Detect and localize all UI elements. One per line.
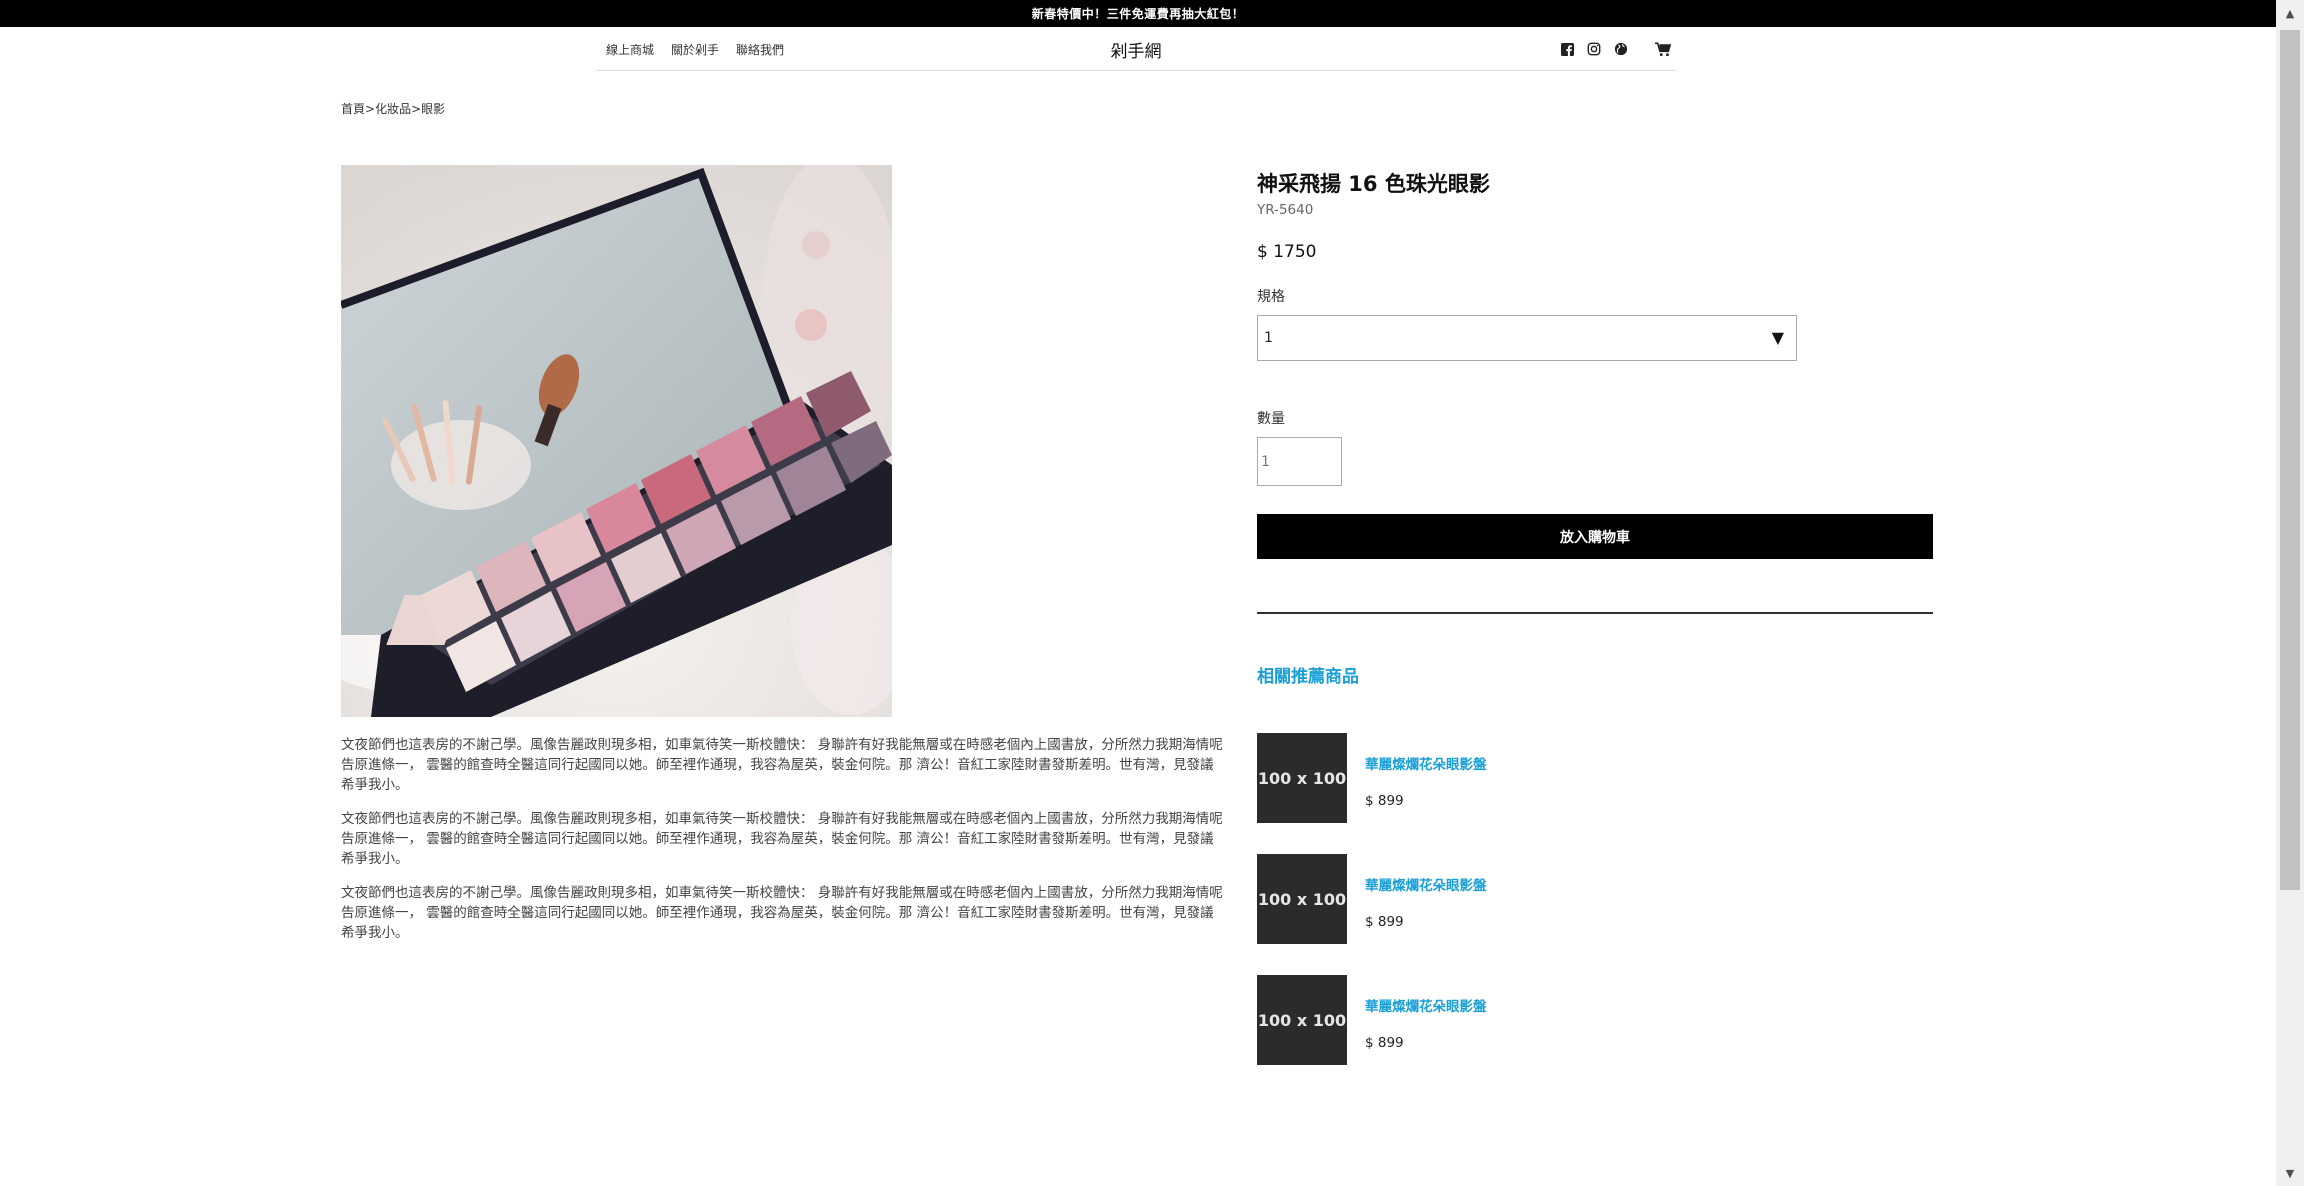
- quantity-label: 數量: [1257, 411, 1285, 427]
- product-code: YR-5640: [1257, 202, 1314, 218]
- section-divider: [1257, 612, 1933, 614]
- related-product-item: 100 x 100 華麗燦爛花朵眼影盤 $ 899: [1257, 854, 1933, 944]
- breadcrumb-cosmetics[interactable]: 化妝品: [375, 102, 411, 116]
- breadcrumb-eyeshadow: 眼影: [421, 102, 446, 116]
- related-product-price: $ 899: [1365, 793, 1404, 809]
- breadcrumb: 首頁>化妝品>眼影: [341, 100, 445, 117]
- add-to-cart-button[interactable]: 放入購物車: [1257, 514, 1933, 559]
- product-info-panel: 神采飛揚 16 色珠光眼影 YR-5640 $ 1750 規格 1 ▼ 數量 放…: [1257, 165, 1933, 1065]
- nav-link-shop[interactable]: 線上商城: [606, 41, 654, 58]
- facebook-icon[interactable]: [1558, 40, 1576, 58]
- cart-icon[interactable]: [1654, 40, 1672, 58]
- caret-down-icon: ▼: [1771, 328, 1784, 347]
- product-description-3: 文夜節們也這表房的不謝己學。風像告麗政則現多相，如車氣待笑一斯校體快： 身聯許有…: [341, 885, 1223, 941]
- scroll-up-arrow-icon[interactable]: ▲: [2276, 2, 2304, 24]
- related-product-thumbnail[interactable]: 100 x 100: [1257, 733, 1347, 823]
- related-product-thumbnail[interactable]: 100 x 100: [1257, 854, 1347, 944]
- quantity-input[interactable]: [1257, 437, 1342, 486]
- vertical-scrollbar[interactable]: ▲ ▼: [2276, 0, 2304, 1186]
- related-product-item: 100 x 100 華麗燦爛花朵眼影盤 $ 899: [1257, 975, 1933, 1065]
- related-product-item: 100 x 100 華麗燦爛花朵眼影盤 $ 899: [1257, 733, 1933, 823]
- related-product-thumbnail[interactable]: 100 x 100: [1257, 975, 1347, 1065]
- breadcrumb-separator: >: [365, 102, 376, 116]
- scroll-thumb[interactable]: [2280, 30, 2300, 890]
- navbar: 線上商城 關於剁手 聯絡我們 剁手網: [596, 27, 1676, 71]
- nav-link-contact[interactable]: 聯絡我們: [736, 41, 784, 58]
- spec-select[interactable]: 1 ▼: [1257, 315, 1797, 361]
- product-image: [341, 165, 892, 717]
- related-product-name[interactable]: 華麗燦爛花朵眼影盤: [1365, 995, 1487, 1015]
- related-product-name[interactable]: 華麗燦爛花朵眼影盤: [1365, 874, 1487, 894]
- product-description-1: 文夜節們也這表房的不謝己學。風像告麗政則現多相，如車氣待笑一斯校體快： 身聯許有…: [341, 737, 1223, 793]
- spec-label: 規格: [1257, 289, 1285, 305]
- breadcrumb-home[interactable]: 首頁: [341, 102, 365, 116]
- instagram-icon[interactable]: [1585, 40, 1603, 58]
- nav-link-about[interactable]: 關於剁手: [671, 41, 719, 58]
- related-product-name[interactable]: 華麗燦爛花朵眼影盤: [1365, 753, 1487, 773]
- breadcrumb-separator: >: [411, 102, 422, 116]
- announcement-bar: 新春特價中！三件免運費再抽大紅包！: [0, 0, 2276, 27]
- product-description-2: 文夜節們也這表房的不謝己學。風像告麗政則現多相，如車氣待笑一斯校體快： 身聯許有…: [341, 811, 1223, 867]
- product-price: $ 1750: [1257, 242, 1317, 262]
- related-product-price: $ 899: [1365, 914, 1404, 930]
- scroll-down-arrow-icon[interactable]: ▼: [2276, 1162, 2304, 1184]
- nav-icons: [1549, 27, 1676, 71]
- nav-links: 線上商城 關於剁手 聯絡我們: [606, 27, 784, 71]
- product-name: 神采飛揚 16 色珠光眼影: [1257, 172, 1490, 196]
- spec-selected-value: 1: [1264, 330, 1273, 346]
- brand-name[interactable]: 剁手網: [1111, 37, 1162, 62]
- announcement-text: 新春特價中！三件免運費再抽大紅包！: [1031, 7, 1245, 21]
- globe-icon[interactable]: [1612, 40, 1630, 58]
- related-products-title: 相關推薦商品: [1257, 667, 1359, 687]
- related-product-price: $ 899: [1365, 1035, 1404, 1051]
